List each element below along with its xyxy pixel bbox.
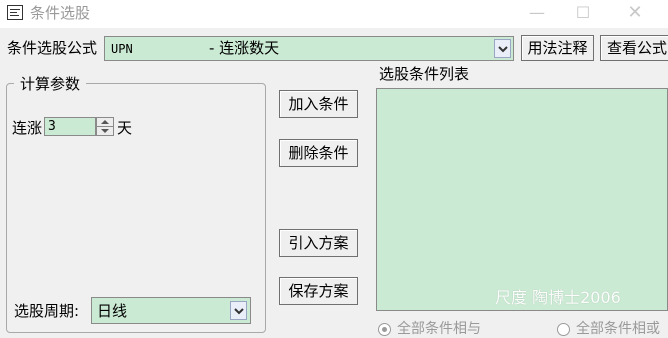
radio-selected-icon [378,322,391,336]
usage-note-button[interactable]: 用法注释 [521,35,594,61]
formula-select[interactable]: UPN - 连涨数天 [104,36,514,61]
radio-unselected-icon [557,322,570,336]
period-label: 选股周期: [14,302,80,320]
import-plan-button[interactable]: 引入方案 [279,229,358,257]
lianzhang-spinner[interactable] [96,117,114,136]
window-title: 条件选股 [30,4,91,22]
condition-list[interactable] [376,88,668,311]
close-button[interactable]: ✕ [612,0,658,28]
app-icon [7,5,23,20]
delete-condition-button[interactable]: 删除条件 [279,139,358,167]
formula-dropdown-button[interactable] [494,39,511,58]
add-condition-button[interactable]: 加入条件 [279,90,358,118]
period-dropdown-button[interactable] [230,301,247,320]
period-select[interactable]: 日线 [91,297,251,324]
maximize-button[interactable]: ☐ [560,0,606,28]
chevron-down-icon [498,46,508,53]
params-group-title: 计算参数 [14,74,87,94]
formula-code: UPN [111,42,133,56]
condition-list-label: 选股条件列表 [379,65,470,83]
chevron-down-icon [234,308,244,315]
radio-all-or[interactable]: 全部条件相或 [557,320,660,338]
spin-down-icon[interactable] [101,129,109,133]
minimize-button[interactable]: — [514,0,560,28]
formula-label: 条件选股公式 [7,39,98,57]
watermark: 尺度 陶博士2006 [495,288,621,307]
period-value: 日线 [97,302,128,320]
lianzhang-label: 连涨 [12,119,43,137]
lianzhang-unit: 天 [117,119,133,137]
lianzhang-input[interactable]: 3 [44,117,96,136]
formula-name: - 连涨数天 [209,39,280,57]
save-plan-button[interactable]: 保存方案 [279,277,358,305]
spin-up-icon[interactable] [101,120,109,124]
view-formula-button[interactable]: 查看公式 [600,35,668,61]
radio-all-and[interactable]: 全部条件相与 [378,320,481,338]
